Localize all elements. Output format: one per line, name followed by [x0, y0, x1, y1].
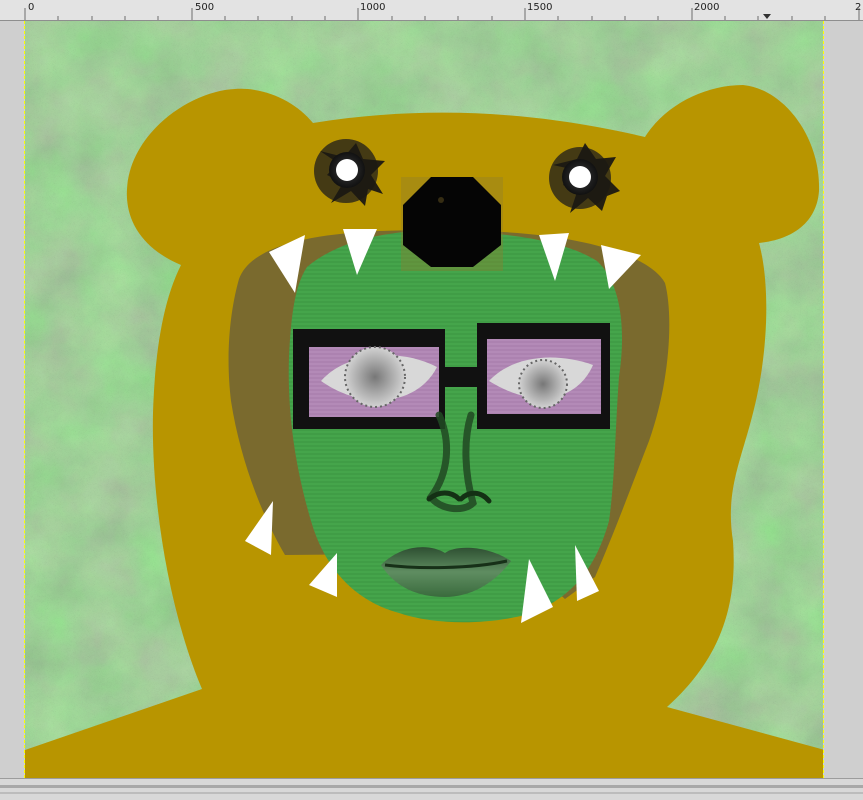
- left-canvas-gutter: [0, 21, 25, 778]
- bear-face-artwork: [25, 21, 823, 778]
- forehead-hole-spot: [438, 197, 444, 203]
- ruler-label-1500: 1500: [527, 2, 553, 13]
- image-canvas[interactable]: [24, 21, 824, 778]
- ruler-label-edge: 2: [855, 2, 862, 13]
- ruler-label-500: 500: [195, 2, 215, 13]
- ruler-label-2000: 2000: [694, 2, 720, 13]
- ruler-label-0: 0: [28, 2, 35, 13]
- scrollbar-track-line-secondary: [0, 792, 863, 794]
- triangle-down-icon[interactable]: [763, 14, 771, 19]
- ruler-ticks: [24, 8, 860, 20]
- top-ruler[interactable]: 0 500 1000 1500 2000 2: [0, 0, 863, 21]
- ruler-label-1000: 1000: [360, 2, 386, 13]
- right-canvas-gutter: [823, 21, 863, 778]
- scrollbar-track-line: [0, 785, 863, 788]
- image-editor-window: 0 500 1000 1500 2000 2: [0, 0, 863, 800]
- horizontal-scrollbar[interactable]: [0, 778, 863, 800]
- forehead-hole: [403, 177, 501, 267]
